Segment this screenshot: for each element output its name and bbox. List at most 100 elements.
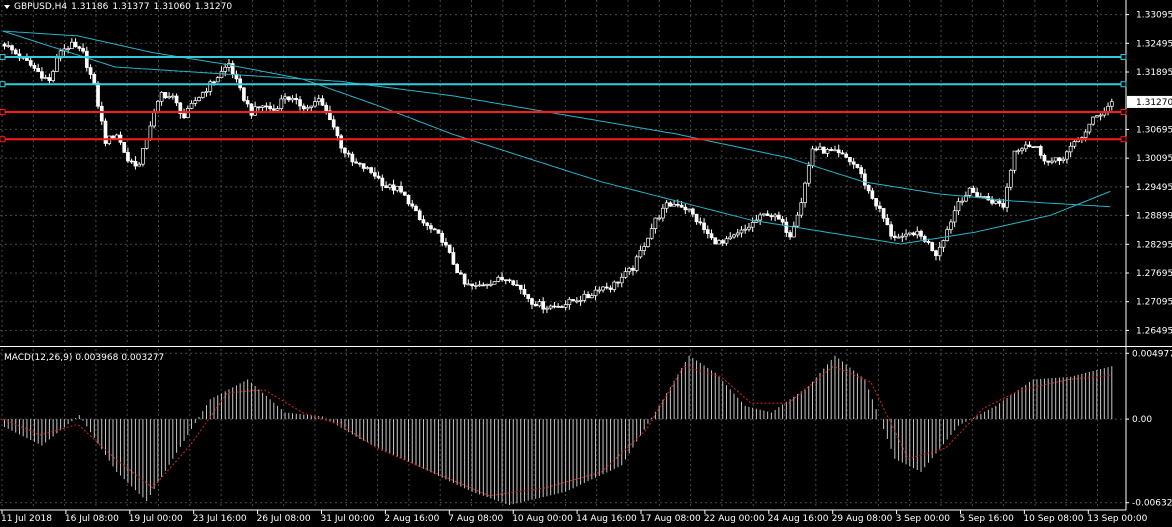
candle-body (249, 103, 254, 116)
candle-body (926, 241, 931, 243)
candle-body (126, 152, 130, 162)
level-handle[interactable] (0, 136, 6, 143)
candle-body (69, 41, 74, 49)
candle-body (960, 200, 965, 203)
level-handle[interactable] (1120, 136, 1127, 143)
candle-body (900, 235, 905, 238)
candle-body (1042, 155, 1047, 162)
candle-body (784, 221, 789, 233)
candle-body (687, 208, 691, 211)
candle-body (833, 149, 837, 152)
candle-body (219, 71, 224, 78)
candle-body (1094, 115, 1099, 118)
price-axis-label: 1.32495 (1136, 39, 1172, 49)
candle-body (429, 225, 433, 230)
candle-body (657, 217, 662, 220)
candle-body (982, 196, 987, 198)
candle-body (836, 149, 841, 154)
candle-body (66, 48, 70, 50)
level-handle[interactable] (1120, 53, 1127, 60)
level-handle[interactable] (0, 81, 6, 88)
candle-body (863, 173, 867, 186)
candle-body (806, 165, 811, 184)
candle-body (114, 134, 119, 139)
candle-body (1016, 150, 1021, 153)
candle-body (391, 184, 396, 191)
time-axis-label: 23 Jul 16:00 (193, 514, 247, 524)
candle-body (358, 162, 362, 165)
level-handle[interactable] (1120, 108, 1127, 115)
candle-body (676, 203, 680, 206)
candle-body (477, 284, 482, 287)
candle-body (365, 167, 370, 169)
price-axis-label: 1.28295 (1136, 240, 1172, 250)
level-handle[interactable] (0, 108, 6, 115)
candle-body (331, 119, 336, 128)
candle-body (758, 214, 763, 221)
candle-body (313, 101, 317, 107)
candle-body (170, 95, 175, 98)
candle-body (320, 98, 325, 106)
time-axis-label: 14 Aug 16:00 (576, 514, 637, 524)
candle-body (421, 219, 426, 224)
open-value: 1.31186 (71, 2, 109, 12)
candle-body (762, 213, 766, 216)
candle-body (488, 283, 493, 286)
candle-body (133, 161, 138, 167)
candle-body (593, 289, 598, 296)
candle-body (638, 250, 643, 258)
candle-body (885, 217, 890, 226)
candle-body (956, 201, 961, 212)
level-handle[interactable] (1120, 81, 1127, 88)
candle-body (571, 299, 575, 302)
candle-body (511, 280, 516, 286)
candle-body (818, 146, 822, 151)
candle-body (283, 96, 287, 100)
level-handle[interactable] (0, 53, 6, 60)
candle-body (361, 163, 366, 169)
macd-signal-value: 0.003277 (121, 353, 165, 363)
candle-body (414, 205, 418, 212)
candle-body (81, 48, 85, 52)
candle-body (343, 147, 347, 154)
candle-body (608, 287, 613, 290)
candle-body (376, 175, 381, 179)
candle-body (174, 95, 179, 104)
candle-body (1072, 141, 1077, 147)
candle-body (1020, 148, 1024, 152)
candle-body (1001, 203, 1006, 208)
trading-chart-canvas[interactable]: 1.33095 1.32495 1.31895 1.30695 1.30095 1.294… (0, 0, 1172, 527)
time-axis-label: 19 Jul 00:00 (129, 514, 183, 524)
candle-body (32, 65, 37, 69)
candle-body (459, 272, 463, 275)
candle-body (1061, 158, 1066, 161)
candle-body (1087, 123, 1092, 133)
candle-body (840, 152, 845, 155)
candle-body (144, 139, 149, 149)
candle-body (406, 194, 411, 205)
candle-body (264, 105, 269, 108)
candle-body (462, 273, 467, 285)
candle-body (10, 45, 14, 51)
candle-body (425, 222, 430, 226)
candle-body (597, 289, 602, 292)
candle-body (185, 108, 190, 119)
candle-body (1023, 144, 1028, 150)
candle-body (73, 41, 78, 48)
candle-body (705, 229, 710, 234)
candle-body (473, 285, 478, 287)
time-axis-label: 31 Jul 00:00 (321, 514, 375, 524)
candle-body (821, 146, 826, 154)
candle-body (668, 202, 673, 207)
candle-body (189, 102, 194, 109)
candle-body (739, 229, 744, 234)
candle-body (444, 242, 448, 246)
time-axis-label: 26 Jul 08:00 (257, 514, 311, 524)
candle-body (649, 228, 654, 239)
candle-body (257, 106, 261, 109)
candle-body (518, 284, 523, 290)
candle-body (55, 57, 59, 72)
candle-body (698, 221, 703, 224)
candle-body (679, 204, 684, 208)
candle-body (586, 293, 590, 299)
